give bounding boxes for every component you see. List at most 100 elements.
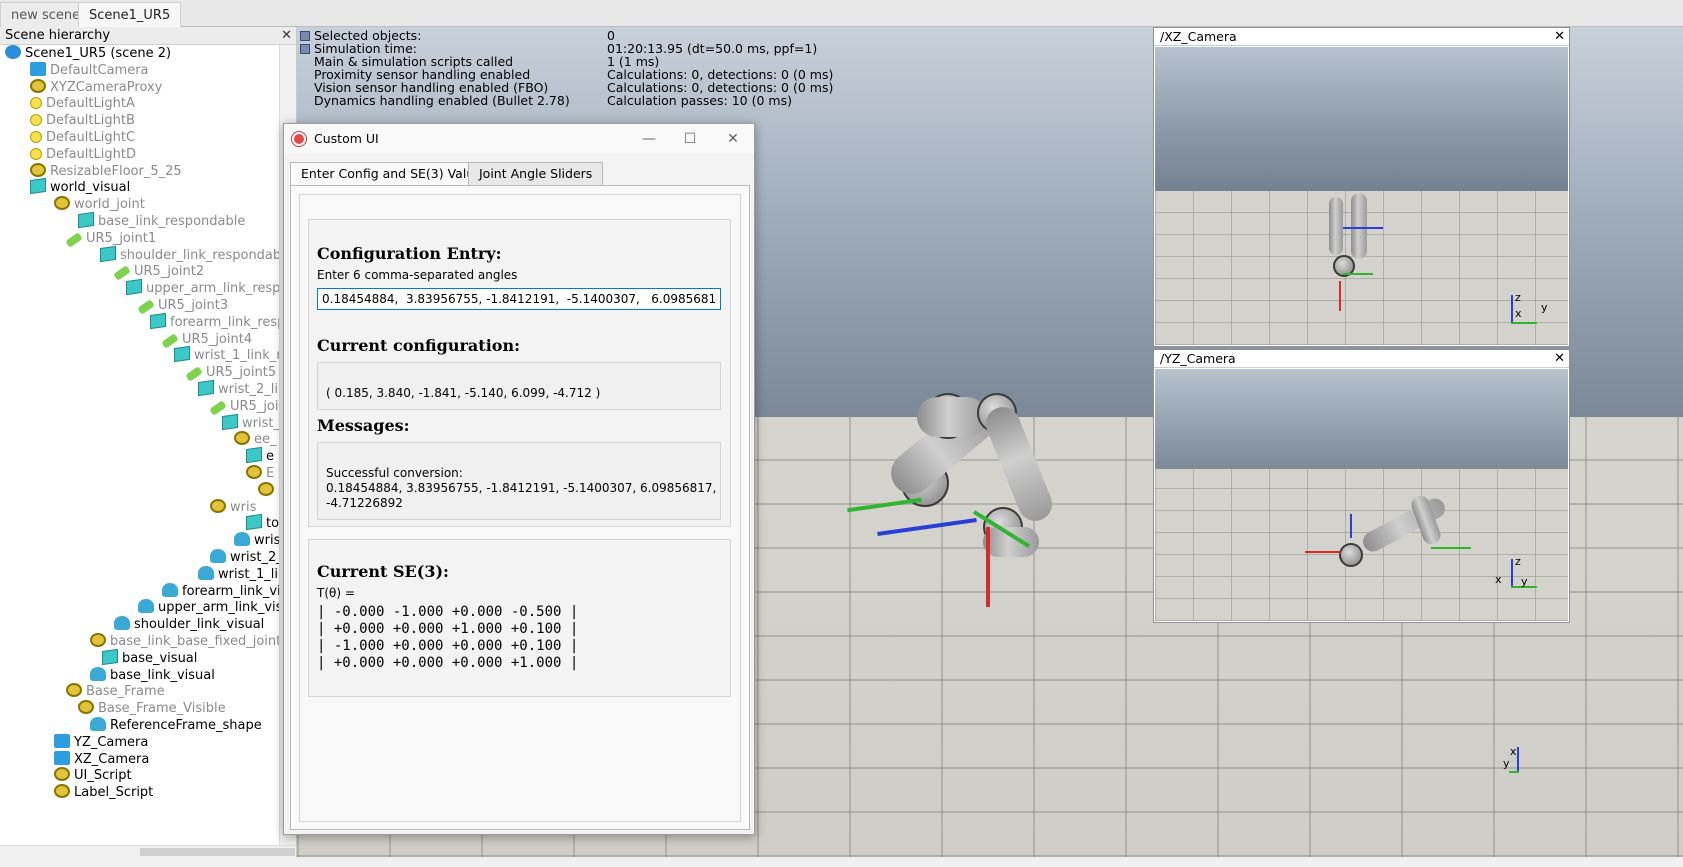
hierarchy-item[interactable]: base_link_respondable bbox=[78, 211, 245, 231]
config-input[interactable] bbox=[317, 288, 721, 310]
hierarchy-item[interactable]: forearm_link_respo bbox=[150, 312, 280, 332]
hierarchy-item[interactable]: UR5_joint5 bbox=[185, 364, 276, 383]
hierarchy-item[interactable]: wrist_1_link_re bbox=[174, 346, 280, 365]
hierarchy-item[interactable]: base_link_visual bbox=[90, 666, 215, 685]
cube-icon bbox=[222, 413, 238, 430]
scene-tab-scene1-ur5[interactable]: Scene1_UR5 bbox=[78, 2, 182, 27]
hierarchy-item[interactable]: UR5_joint2 bbox=[113, 263, 204, 282]
hierarchy-horizontal-scrollbar[interactable] bbox=[0, 845, 296, 857]
hierarchy-item[interactable]: DefaultLightB bbox=[30, 112, 135, 130]
se3-title: Current SE(3): bbox=[317, 562, 449, 581]
yz-camera-floor bbox=[1155, 469, 1568, 621]
tab-joint-angle-sliders[interactable]: Joint Angle Sliders bbox=[468, 162, 604, 186]
dummy-icon bbox=[258, 481, 274, 496]
yz-camera-close-icon[interactable]: ✕ bbox=[1554, 350, 1565, 368]
hierarchy-item[interactable]: world_visual bbox=[30, 178, 130, 197]
dummy-icon bbox=[54, 767, 70, 782]
hierarchy-item-label: Scene1_UR5 (scene 2) bbox=[25, 46, 172, 61]
hierarchy-item[interactable]: E bbox=[246, 465, 274, 483]
hierarchy-item[interactable]: UR5_joint3 bbox=[137, 297, 228, 315]
hierarchy-item[interactable]: DefaultLightC bbox=[30, 129, 135, 147]
hierarchy-item[interactable] bbox=[258, 481, 278, 500]
hierarchy-item[interactable]: wrist_ bbox=[222, 413, 280, 433]
dummy-icon bbox=[54, 196, 70, 211]
yz-gizmo-y-label: y bbox=[1521, 575, 1528, 588]
hierarchy-item[interactable]: Base_Frame_Visible bbox=[78, 700, 226, 718]
shape-icon bbox=[114, 616, 130, 631]
hierarchy-item-label: wrist_2_lin bbox=[218, 382, 280, 397]
se3-group: Current SE(3): T(θ) = | -0.000 -1.000 +0… bbox=[308, 539, 731, 697]
hierarchy-item[interactable]: YZ_Camera bbox=[54, 733, 148, 752]
shape-icon bbox=[210, 549, 226, 563]
app-logo-icon bbox=[292, 132, 306, 146]
config-group: Configuration Entry: Enter 6 comma-separ… bbox=[308, 219, 731, 527]
close-button[interactable]: ✕ bbox=[718, 128, 748, 150]
hierarchy-item[interactable]: wrist_1_link_ bbox=[198, 565, 280, 584]
hierarchy-item[interactable]: UR5_joint4 bbox=[161, 331, 253, 349]
xz-camera-close-icon[interactable]: ✕ bbox=[1554, 28, 1565, 46]
hierarchy-item-label: forearm_link_visu bbox=[182, 583, 280, 599]
se3-row: | -0.000 -1.000 +0.000 -0.500 | bbox=[317, 604, 579, 620]
shape-icon bbox=[138, 599, 154, 614]
hierarchy-item[interactable]: DefaultLightD bbox=[30, 146, 136, 164]
se3-row: | +0.000 +0.000 +1.000 +0.100 | bbox=[317, 621, 579, 637]
joint-icon bbox=[65, 231, 83, 248]
hierarchy-item[interactable]: UR5_joint1 bbox=[65, 230, 156, 248]
hierarchy-item[interactable]: UR5_joi bbox=[209, 398, 279, 416]
hierarchy-item[interactable]: UI_Script bbox=[54, 767, 132, 785]
info-toggle-icon[interactable] bbox=[300, 31, 310, 41]
hierarchy-item[interactable]: upper_arm_link_visua bbox=[138, 599, 280, 617]
info-toggle-icon[interactable] bbox=[300, 44, 310, 54]
dummy-icon bbox=[30, 162, 46, 177]
hierarchy-item[interactable]: XZ_Camera bbox=[54, 750, 149, 769]
xz-axis-blue bbox=[1343, 227, 1383, 229]
hierarchy-item[interactable]: DefaultLightA bbox=[30, 95, 135, 113]
hierarchy-item[interactable]: DefaultCamera bbox=[30, 61, 149, 80]
hierarchy-item[interactable]: shoulder_link_visual bbox=[114, 616, 264, 634]
se3-row: | +0.000 +0.000 +0.000 +1.000 | bbox=[317, 655, 579, 671]
hierarchy-item[interactable]: upper_arm_link_respon bbox=[126, 279, 280, 298]
hierarchy-item[interactable]: e bbox=[246, 447, 274, 466]
hierarchy-item[interactable]: wris bbox=[210, 498, 257, 517]
hierarchy-item[interactable]: to bbox=[246, 514, 279, 533]
hierarchy-item[interactable]: wris bbox=[234, 532, 280, 550]
dialog-title-bar[interactable]: Custom UI — ☐ ✕ bbox=[284, 124, 754, 154]
hierarchy-scroll-thumb[interactable] bbox=[140, 848, 295, 856]
tab-enter-config[interactable]: Enter Config and SE(3) Value bbox=[290, 162, 493, 187]
minimize-button[interactable]: — bbox=[634, 128, 664, 150]
hierarchy-item[interactable]: world_joint bbox=[54, 196, 145, 214]
hierarchy-close-icon[interactable]: ✕ bbox=[281, 27, 292, 45]
hierarchy-item[interactable]: ReferenceFrame_shape bbox=[90, 717, 262, 735]
dialog-tab-bar: Enter Config and SE(3) Value Joint Angle… bbox=[290, 162, 750, 187]
yz-axis-green bbox=[1431, 547, 1471, 549]
hierarchy-item[interactable]: shoulder_link_respondable bbox=[100, 245, 280, 265]
hierarchy-item[interactable]: wrist_2_ bbox=[210, 549, 280, 567]
hierarchy-item[interactable]: base_visual bbox=[102, 648, 197, 668]
xz-robot-link-1 bbox=[1351, 193, 1367, 259]
hierarchy-item[interactable]: wrist_2_lin bbox=[198, 379, 280, 399]
hierarchy-item-label: UR5_joint4 bbox=[182, 331, 253, 347]
se3-label: T(θ) = bbox=[317, 586, 355, 600]
messages-line-1: Successful conversion: bbox=[326, 466, 463, 480]
hierarchy-item-label: wrist_ bbox=[242, 415, 280, 431]
hierarchy-item[interactable]: XYZCameraProxy bbox=[30, 78, 162, 97]
yz-axis-gizmo: z x y bbox=[1495, 555, 1537, 589]
hierarchy-item[interactable]: Label_Script bbox=[54, 784, 153, 802]
hierarchy-item[interactable]: Scene1_UR5 (scene 2) bbox=[5, 45, 171, 63]
yz-axis-blue bbox=[1350, 514, 1352, 538]
hierarchy-item[interactable]: ResizableFloor_5_25 bbox=[30, 162, 182, 181]
hierarchy-item-label: wrist_1_link_ bbox=[218, 566, 280, 582]
hierarchy-item[interactable]: forearm_link_visu bbox=[162, 582, 280, 601]
dummy-icon bbox=[66, 683, 82, 698]
yz-camera-window[interactable]: /YZ_Camera ✕ z x y bbox=[1153, 349, 1570, 623]
hierarchy-item[interactable]: Base_Frame bbox=[66, 683, 165, 701]
yz-gizmo-x-label: x bbox=[1495, 573, 1502, 586]
hierarchy-item-label: wris bbox=[230, 499, 257, 515]
xz-camera-title-bar: /XZ_Camera ✕ bbox=[1154, 28, 1569, 46]
xz-camera-window[interactable]: /XZ_Camera ✕ z x y bbox=[1153, 27, 1570, 347]
hierarchy-title: Scene hierarchy bbox=[5, 28, 111, 43]
hierarchy-item[interactable]: base_link_base_fixed_joint bbox=[90, 633, 280, 651]
maximize-button[interactable]: ☐ bbox=[675, 128, 705, 150]
hierarchy-item-label: e bbox=[266, 449, 274, 465]
hierarchy-tree: Scene1_UR5 (scene 2) DefaultCamera XYZCame… bbox=[0, 45, 280, 855]
